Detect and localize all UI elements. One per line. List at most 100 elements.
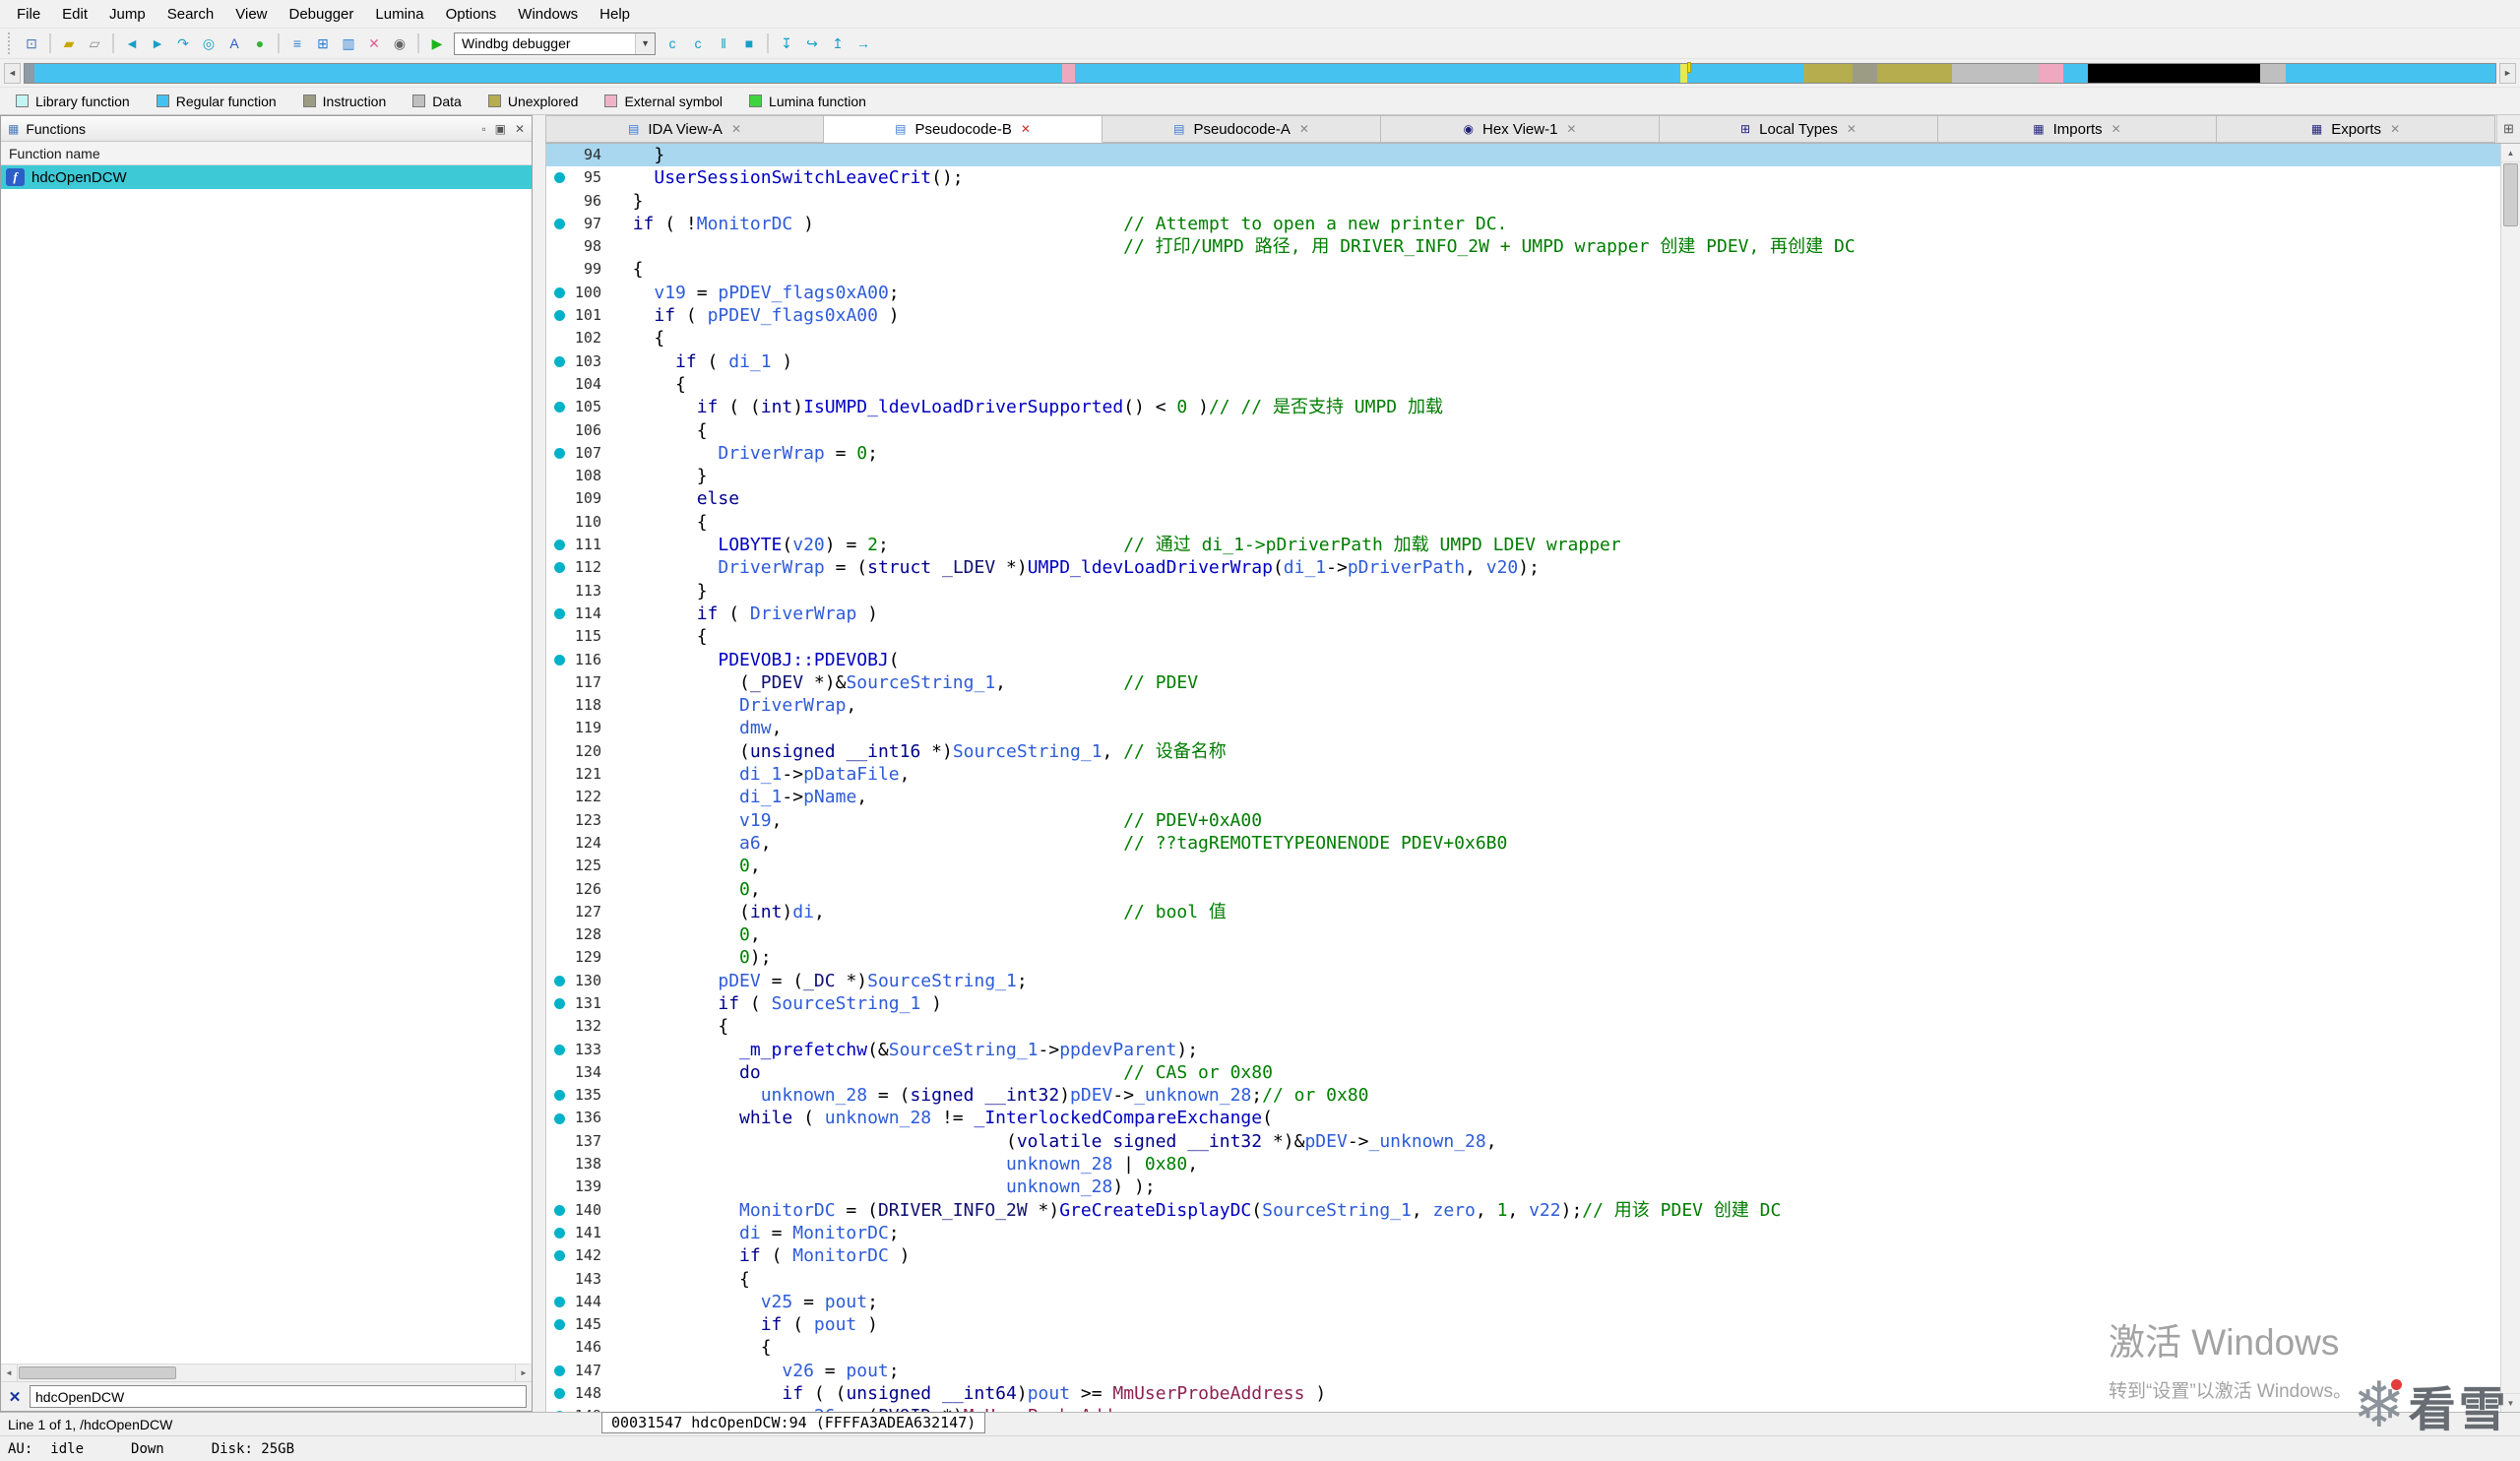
navband-segment[interactable] (25, 64, 34, 83)
panel-close-icon[interactable]: ✕ (515, 122, 525, 136)
breakpoint-slot[interactable] (546, 786, 572, 808)
code-line[interactable]: 96 } (546, 190, 2500, 213)
code-line[interactable]: 142 if ( MonitorDC ) (546, 1244, 2500, 1267)
navband-segment[interactable] (2088, 64, 2261, 83)
breakpoint-dot[interactable] (546, 649, 572, 671)
code-line[interactable]: 99 { (546, 258, 2500, 281)
code-line[interactable]: 149 v26 = (PVOID *)MmUserProbeAddress; (546, 1405, 2500, 1412)
code-line[interactable]: 117 (_PDEV *)&SourceString_1, // PDEV (546, 671, 2500, 694)
breakpoint-slot[interactable] (546, 694, 572, 717)
code-line[interactable]: 103 if ( di_1 ) (546, 350, 2500, 373)
nav-forward-icon[interactable]: ► (146, 32, 169, 55)
panel-restore-icon[interactable]: ▫ (481, 122, 485, 136)
code-line[interactable]: 144 v25 = pout; (546, 1291, 2500, 1313)
run-until-return-icon[interactable]: ↥ (826, 32, 850, 55)
tab-close-icon[interactable]: ✕ (2111, 122, 2121, 136)
code-line[interactable]: 128 0, (546, 923, 2500, 946)
code-line[interactable]: 119 dmw, (546, 717, 2500, 739)
nav-back-icon[interactable]: ◄ (120, 32, 144, 55)
navband-segment[interactable] (34, 64, 1062, 83)
breakpoint-slot[interactable] (546, 1153, 572, 1175)
stop-process-icon[interactable]: ■ (737, 32, 761, 55)
breakpoint-slot[interactable] (546, 327, 572, 349)
navband-segment[interactable] (1075, 64, 1680, 83)
code-line[interactable]: 107 DriverWrap = 0; (546, 442, 2500, 465)
tab-imports[interactable]: ▦Imports✕ (1938, 115, 2217, 143)
breakpoint-slot[interactable] (546, 809, 572, 832)
code-line[interactable]: 129 0); (546, 946, 2500, 969)
navband-segment[interactable] (1687, 64, 1803, 83)
code-line[interactable]: 126 0, (546, 878, 2500, 901)
breakpoint-dot[interactable] (546, 442, 572, 465)
code-line[interactable]: 134 do // CAS or 0x80 (546, 1061, 2500, 1084)
tab-close-icon[interactable]: ✕ (731, 122, 741, 136)
code-line[interactable]: 135 unknown_28 = (signed __int32)pDEV->_… (546, 1084, 2500, 1107)
chevron-down-icon[interactable]: ▼ (635, 33, 655, 54)
function-filter-input[interactable] (30, 1385, 527, 1408)
tab-pseudocode-a[interactable]: ▤Pseudocode-A✕ (1102, 115, 1381, 143)
functions-list-icon[interactable]: ≡ (285, 32, 309, 55)
code-line[interactable]: 146 { (546, 1336, 2500, 1359)
code-line[interactable]: 121 di_1->pDataFile, (546, 763, 2500, 786)
code-line[interactable]: 95 UserSessionSwitchLeaveCrit(); (546, 166, 2500, 189)
code-line[interactable]: 112 DriverWrap = (struct _LDEV *)UMPD_ld… (546, 556, 2500, 579)
navigation-band[interactable] (24, 63, 2496, 84)
breakpoint-dot[interactable] (546, 603, 572, 625)
breakpoint-dot[interactable] (546, 350, 572, 373)
breakpoint-slot[interactable] (546, 373, 572, 396)
tab-close-icon[interactable]: ✕ (1021, 122, 1031, 136)
clear-filter-icon[interactable]: ✕ (6, 1388, 24, 1406)
breakpoint-slot[interactable] (546, 465, 572, 487)
navband-segment[interactable] (1062, 64, 1075, 83)
code-line[interactable]: 101 if ( pPDEV_flags0xA00 ) (546, 304, 2500, 327)
breakpoint-slot[interactable] (546, 235, 572, 258)
code-line[interactable]: 118 DriverWrap, (546, 694, 2500, 717)
menu-file[interactable]: File (6, 2, 51, 27)
code-line[interactable]: 133 _m_prefetchw(&SourceString_1->ppdevP… (546, 1039, 2500, 1061)
navband-segment[interactable] (1952, 64, 2039, 83)
tab-local-types[interactable]: ⊞Local Types✕ (1660, 115, 1938, 143)
breakpoint-slot[interactable] (546, 923, 572, 946)
functions-h-scrollbar[interactable]: ◄ ► (1, 1364, 532, 1381)
scroll-up-arrow[interactable]: ▲ (2501, 144, 2520, 162)
code-line[interactable]: 100 v19 = pPDEV_flags0xA00; (546, 282, 2500, 304)
breakpoint-slot[interactable] (546, 190, 572, 213)
code-v-scrollbar[interactable]: ▲ ▼ (2500, 144, 2520, 1412)
breakpoint-dot[interactable] (546, 1244, 572, 1267)
navband-segment[interactable] (1680, 64, 1688, 83)
panel-splitter[interactable] (533, 115, 545, 1412)
breakpoint-slot[interactable] (546, 855, 572, 877)
breakpoint-slot[interactable] (546, 763, 572, 786)
breakpoint-dot[interactable] (546, 396, 572, 418)
code-line[interactable]: 106 { (546, 419, 2500, 442)
window-list-button[interactable]: ⊞ (2496, 115, 2520, 143)
code-line[interactable]: 147 v26 = pout; (546, 1360, 2500, 1382)
code-line[interactable]: 124 a6, // ??tagREMOTETYPEONENODE PDEV+0… (546, 832, 2500, 855)
start-process-icon[interactable]: ▶ (425, 32, 449, 55)
navband-segment[interactable] (2063, 64, 2088, 83)
menu-view[interactable]: View (224, 2, 278, 27)
breakpoint-dot[interactable] (546, 1039, 572, 1061)
breakpoint-slot[interactable] (546, 740, 572, 763)
code-line[interactable]: 138 unknown_28 | 0x80, (546, 1153, 2500, 1175)
breakpoint-slot[interactable] (546, 878, 572, 901)
attach-process-icon[interactable]: c (686, 32, 710, 55)
tab-ida-view-a[interactable]: ▤IDA View-A✕ (545, 115, 824, 143)
step-into-icon[interactable]: ↧ (775, 32, 798, 55)
debugger-setup-icon[interactable]: c (661, 32, 684, 55)
breakpoint-slot[interactable] (546, 901, 572, 923)
breakpoint-slot[interactable] (546, 1175, 572, 1198)
code-line[interactable]: 141 di = MonitorDC; (546, 1222, 2500, 1244)
navband-right-arrow-button[interactable]: ► (2499, 63, 2516, 84)
toolbar-handle[interactable] (8, 32, 15, 54)
code-line[interactable]: 120 (unsigned __int16 *)SourceString_1, … (546, 740, 2500, 763)
code-line[interactable]: 143 { (546, 1268, 2500, 1291)
breakpoint-dot[interactable] (546, 992, 572, 1015)
code-line[interactable]: 131 if ( SourceString_1 ) (546, 992, 2500, 1015)
navband-segment[interactable] (1803, 64, 1853, 83)
breakpoint-dot[interactable] (546, 1291, 572, 1313)
jump-address-icon[interactable]: ↷ (171, 32, 195, 55)
menu-search[interactable]: Search (157, 2, 225, 27)
code-line[interactable]: 140 MonitorDC = (DRIVER_INFO_2W *)GreCre… (546, 1199, 2500, 1222)
code-line[interactable]: 130 pDEV = (_DC *)SourceString_1; (546, 970, 2500, 992)
